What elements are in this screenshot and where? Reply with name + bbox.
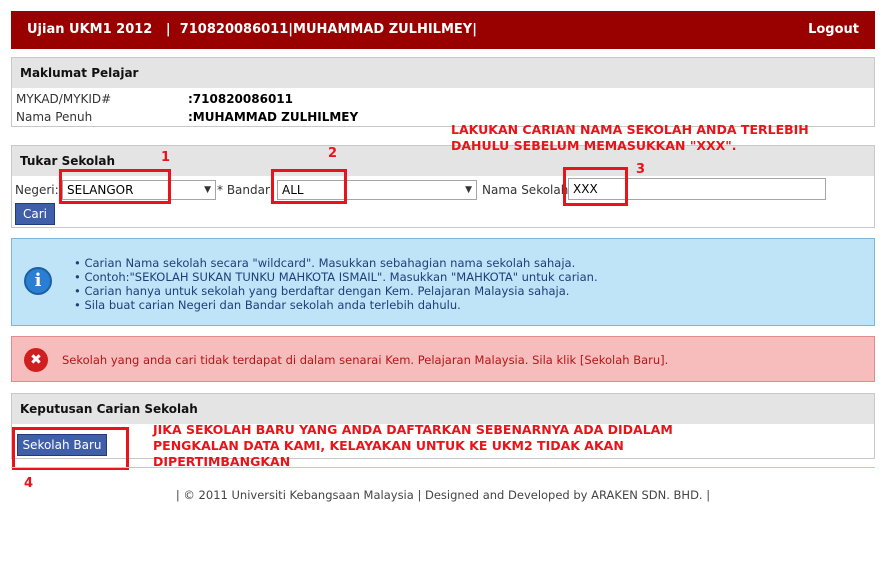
error-x-icon: ✖ [24, 348, 48, 372]
annotation-note-bottom: JIKA SEKOLAH BARU YANG ANDA DAFTARKAN SE… [153, 422, 673, 470]
info-item: Carian hanya untuk sekolah yang berdafta… [74, 284, 598, 298]
annotation-number-2: 2 [328, 146, 338, 161]
annotation-number-1: 1 [161, 150, 171, 165]
annotation-note-bottom-line2: PENGKALAN DATA KAMI, KELAYAKAN UNTUK KE … [153, 438, 624, 453]
name-row: Nama Penuh :MUHAMMAD ZULHILMEY [16, 110, 358, 124]
info-box: i Carian Nama sekolah secara "wildcard".… [11, 238, 875, 326]
chevron-down-icon: ▼ [204, 185, 211, 195]
chevron-down-icon: ▼ [465, 185, 472, 195]
session-title: Ujian UKM1 2012 | 710820086011|MUHAMMAD … [27, 22, 477, 37]
search-button[interactable]: Cari [15, 203, 55, 225]
annotation-box-1 [59, 169, 171, 204]
negeri-label: Negeri: [15, 183, 59, 197]
annotation-note-top-line1: LAKUKAN CARIAN NAMA SEKOLAH ANDA TERLEBI… [451, 122, 809, 137]
error-box: ✖ Sekolah yang anda cari tidak terdapat … [11, 336, 875, 382]
footer-divider [11, 467, 875, 468]
name-value: :MUHAMMAD ZULHILMEY [188, 110, 359, 124]
school-name-label: Nama Sekolah: [482, 183, 573, 197]
info-item: Sila buat carian Negeri dan Bandar sekol… [74, 298, 598, 312]
mykad-row: MYKAD/MYKID# :710820086011 [16, 92, 293, 106]
info-list: Carian Nama sekolah secara "wildcard". M… [74, 256, 598, 312]
logout-link[interactable]: Logout [808, 22, 859, 37]
annotation-note-top: LAKUKAN CARIAN NAMA SEKOLAH ANDA TERLEBI… [451, 122, 809, 154]
footer-text: | © 2011 Universiti Kebangsaan Malaysia … [175, 488, 711, 502]
info-item: Carian Nama sekolah secara "wildcard". M… [74, 256, 598, 270]
annotation-box-4 [12, 427, 129, 470]
top-bar: Ujian UKM1 2012 | 710820086011|MUHAMMAD … [11, 11, 875, 49]
annotation-note-top-line2: DAHULU SEBELUM MEMASUKKAN "XXX". [451, 138, 737, 153]
annotation-box-2 [271, 169, 347, 204]
info-item: Contoh:"SEKOLAH SUKAN TUNKU MAHKOTA ISMA… [74, 270, 597, 284]
search-results-heading: Keputusan Carian Sekolah [12, 394, 874, 424]
annotation-box-3 [563, 167, 628, 206]
bandar-label: * Bandar: [217, 183, 274, 197]
student-info-heading: Maklumat Pelajar [12, 58, 874, 88]
student-info-panel: Maklumat Pelajar MYKAD/MYKID# :7108200860… [11, 57, 875, 127]
name-label: Nama Penuh [16, 110, 93, 124]
mykad-value: :710820086011 [188, 92, 293, 106]
mykad-label: MYKAD/MYKID# [16, 92, 112, 106]
annotation-number-3: 3 [636, 162, 646, 177]
annotation-note-bottom-line1: JIKA SEKOLAH BARU YANG ANDA DAFTARKAN SE… [153, 422, 673, 437]
info-icon: i [24, 267, 52, 295]
error-message: Sekolah yang anda cari tidak terdapat di… [62, 353, 669, 367]
